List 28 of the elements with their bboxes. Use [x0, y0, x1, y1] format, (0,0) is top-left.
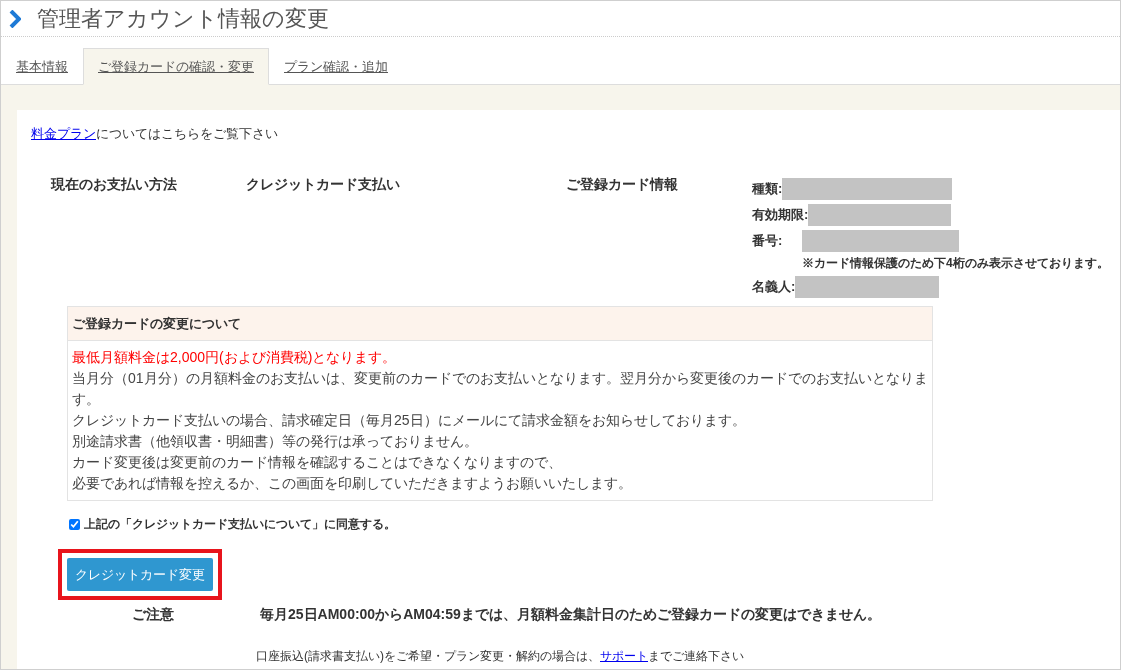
tab[interactable]: 基本情報 — [1, 48, 83, 85]
card-field-label: 種類: — [752, 179, 783, 198]
notice-text: 最低月額料金は2,000円(および消費税)となります。 — [72, 348, 398, 367]
notice-text: 必要であれば情報を控えるか、この画面を印刷していただきますようお願いいたします。 — [72, 474, 633, 493]
agree-label: 上記の「クレジットカード支払いについて」に同意する。 — [84, 516, 396, 533]
tab[interactable]: プラン確認・追加 — [269, 48, 403, 85]
card-field-label: 番号: — [752, 231, 783, 250]
card-field-label: 名義人: — [752, 277, 796, 296]
caution-text: 毎月25日AM00:00からAM04:59までは、月額料金集計日のためご登録カードの変更はできません。 — [260, 605, 881, 624]
plan-link[interactable]: 料金プラン — [31, 126, 96, 141]
notice-text: カード変更後は変更前のカード情報を確認することはできなくなりますので、 — [72, 453, 563, 472]
notice-text: 当月分（01月分）の月額料金のお支払いは、変更前のカードでのお支払いとなります。翌月分から変更後のカードでのお支払いとなります。 — [72, 369, 928, 409]
card-note: ※カード情報保護のため下4桁のみ表示させております。 — [802, 254, 1109, 272]
chevron-icon — [9, 9, 21, 28]
caution-label: ご注意 — [132, 605, 175, 624]
field-label: 現在のお支払い方法 — [51, 174, 178, 194]
page-title: 管理者アカウント情報の変更 — [37, 5, 329, 33]
agree-checkbox[interactable] — [69, 518, 80, 530]
field-value: クレジットカード支払い — [246, 174, 401, 194]
footer-note: 口座振込(請求書支払い)をご希望・プラン変更・解約の場合は、サポート までご連絡下さい — [256, 648, 745, 665]
notice-text: クレジットカード支払いの場合、請求確定日（毎月25日）にメールにて請求金額をお知らせしております。 — [72, 411, 747, 430]
tab[interactable]: ご登録カードの確認・変更 — [83, 48, 269, 85]
card-field-label: 有効期限: — [752, 205, 809, 224]
support-link[interactable]: サポート — [600, 649, 648, 663]
notice-title: ご登録カードの変更について — [68, 306, 932, 341]
plan-note: 料金プランについてはこちらをご覧下さい — [31, 125, 279, 143]
field-label: ご登録カード情報 — [566, 174, 679, 194]
notice-text: 別途請求書（他領収書・明細書）等の発行は承っておりません。 — [72, 432, 479, 451]
